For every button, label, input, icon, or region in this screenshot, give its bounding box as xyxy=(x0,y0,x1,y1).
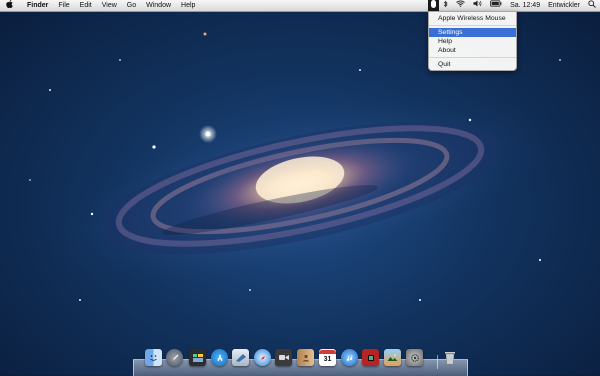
contacts-icon[interactable] xyxy=(297,349,314,366)
menu-view[interactable]: View xyxy=(97,0,122,11)
menu-item-quit[interactable]: Quit xyxy=(429,60,516,69)
mouse-status-icon[interactable] xyxy=(428,0,440,12)
app-store-icon[interactable] xyxy=(211,349,228,366)
photo-booth-icon[interactable] xyxy=(362,349,379,366)
clock[interactable]: Sa. 12:49 xyxy=(506,0,544,11)
menu-help[interactable]: Help xyxy=(176,0,200,11)
calendar-day: 31 xyxy=(323,355,332,363)
safari-icon[interactable] xyxy=(254,349,271,366)
menu-separator xyxy=(429,57,516,58)
battery-icon[interactable] xyxy=(486,0,506,11)
launchpad-icon[interactable] xyxy=(166,349,183,366)
dock: 31 xyxy=(133,347,468,376)
volume-icon[interactable] xyxy=(469,0,486,11)
menu-item-settings[interactable]: Settings xyxy=(429,28,516,37)
wifi-icon[interactable] xyxy=(452,0,469,11)
mail-icon[interactable] xyxy=(232,349,249,366)
system-preferences-icon[interactable] xyxy=(406,349,423,366)
dock-divider xyxy=(437,355,438,369)
trash-icon[interactable] xyxy=(441,349,458,366)
mouse-status-menu: Apple Wireless Mouse Settings Help About… xyxy=(428,11,517,71)
menu-window[interactable]: Window xyxy=(141,0,176,11)
spotlight-icon[interactable] xyxy=(584,0,600,12)
menu-app-name[interactable]: Finder xyxy=(22,0,53,11)
apple-icon[interactable] xyxy=(0,0,22,11)
menu-go[interactable]: Go xyxy=(122,0,141,11)
galaxy xyxy=(45,96,555,284)
bluetooth-icon[interactable] xyxy=(439,0,452,12)
menu-file[interactable]: File xyxy=(53,0,74,11)
iphoto-icon[interactable] xyxy=(384,349,401,366)
menu-item-device-name: Apple Wireless Mouse xyxy=(438,15,506,22)
user-menu[interactable]: Entwickler xyxy=(544,0,584,11)
menu-separator xyxy=(429,25,516,26)
menu-edit[interactable]: Edit xyxy=(75,0,97,11)
dashboard-icon[interactable] xyxy=(189,349,206,366)
itunes-icon[interactable] xyxy=(341,349,358,366)
menu-item-about[interactable]: About xyxy=(429,46,516,55)
facetime-icon[interactable] xyxy=(275,349,292,366)
calendar-icon[interactable]: 31 xyxy=(319,349,336,366)
menu-item-help[interactable]: Help xyxy=(429,37,516,46)
finder-icon[interactable] xyxy=(145,349,162,366)
